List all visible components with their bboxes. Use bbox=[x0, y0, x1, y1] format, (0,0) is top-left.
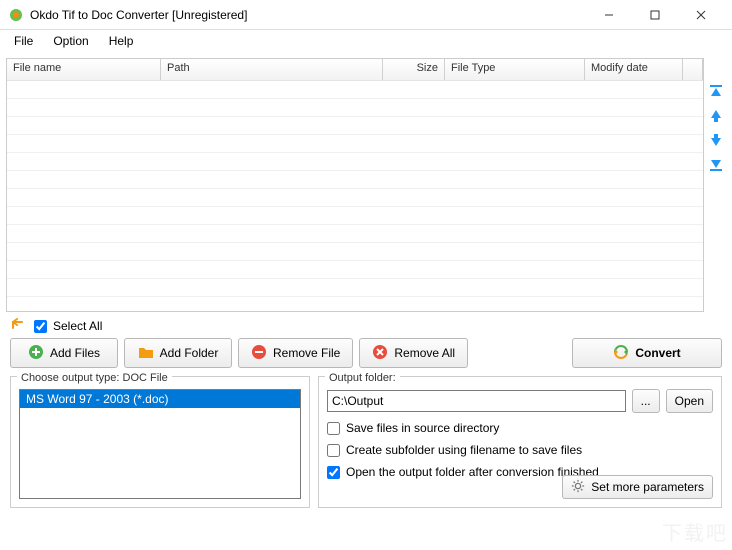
convert-icon bbox=[613, 344, 629, 363]
move-up-icon[interactable] bbox=[10, 318, 26, 334]
reorder-arrows bbox=[708, 84, 724, 172]
browse-button[interactable]: ... bbox=[632, 389, 660, 413]
minus-icon bbox=[251, 344, 267, 363]
watermark: 下载吧 bbox=[662, 517, 728, 546]
remove-all-button[interactable]: Remove All bbox=[359, 338, 468, 368]
output-type-list[interactable]: MS Word 97 - 2003 (*.doc) bbox=[19, 389, 301, 499]
save-source-row[interactable]: Save files in source directory bbox=[327, 421, 713, 435]
gear-icon bbox=[571, 479, 585, 496]
output-folder-input[interactable] bbox=[327, 390, 626, 412]
move-top-icon[interactable] bbox=[708, 84, 724, 100]
output-folder-panel: Output folder: ... Open Save files in so… bbox=[318, 376, 722, 508]
menubar: File Option Help bbox=[0, 30, 732, 52]
col-blank bbox=[683, 59, 703, 80]
open-after-label: Open the output folder after conversion … bbox=[346, 465, 599, 479]
remove-file-label: Remove File bbox=[273, 346, 340, 360]
file-list[interactable] bbox=[7, 81, 703, 311]
output-type-option[interactable]: MS Word 97 - 2003 (*.doc) bbox=[20, 390, 300, 408]
select-all-label: Select All bbox=[53, 319, 102, 333]
menu-file[interactable]: File bbox=[4, 32, 43, 50]
convert-label: Convert bbox=[635, 346, 680, 360]
save-source-checkbox[interactable] bbox=[327, 422, 340, 435]
select-all-checkbox[interactable] bbox=[34, 320, 47, 333]
output-type-panel: Choose output type: DOC File MS Word 97 … bbox=[10, 376, 310, 508]
remove-all-icon bbox=[372, 344, 388, 363]
menu-option[interactable]: Option bbox=[43, 32, 98, 50]
col-size[interactable]: Size bbox=[383, 59, 445, 80]
add-files-label: Add Files bbox=[50, 346, 100, 360]
file-list-header: File name Path Size File Type Modify dat… bbox=[7, 59, 703, 81]
col-filetype[interactable]: File Type bbox=[445, 59, 585, 80]
maximize-button[interactable] bbox=[632, 0, 678, 30]
plus-icon bbox=[28, 344, 44, 363]
open-after-checkbox[interactable] bbox=[327, 466, 340, 479]
more-parameters-label: Set more parameters bbox=[591, 480, 704, 494]
save-source-label: Save files in source directory bbox=[346, 421, 499, 435]
minimize-button[interactable] bbox=[586, 0, 632, 30]
move-bottom-icon[interactable] bbox=[708, 156, 724, 172]
col-filename[interactable]: File name bbox=[7, 59, 161, 80]
close-button[interactable] bbox=[678, 0, 724, 30]
window-title: Okdo Tif to Doc Converter [Unregistered] bbox=[30, 8, 586, 22]
select-all-checkbox-wrap[interactable]: Select All bbox=[34, 319, 102, 333]
open-folder-button[interactable]: Open bbox=[666, 389, 713, 413]
select-all-row: Select All bbox=[6, 312, 726, 338]
convert-button[interactable]: Convert bbox=[572, 338, 722, 368]
add-folder-button[interactable]: Add Folder bbox=[124, 338, 232, 368]
folder-icon bbox=[138, 344, 154, 363]
move-down-arrow-icon[interactable] bbox=[708, 132, 724, 148]
titlebar: Okdo Tif to Doc Converter [Unregistered] bbox=[0, 0, 732, 30]
subfolder-row[interactable]: Create subfolder using filename to save … bbox=[327, 443, 713, 457]
remove-all-label: Remove All bbox=[394, 346, 455, 360]
file-list-panel: File name Path Size File Type Modify dat… bbox=[6, 58, 704, 312]
col-path[interactable]: Path bbox=[161, 59, 383, 80]
output-folder-title: Output folder: bbox=[325, 372, 400, 384]
more-parameters-button[interactable]: Set more parameters bbox=[562, 475, 713, 499]
add-folder-label: Add Folder bbox=[160, 346, 219, 360]
remove-file-button[interactable]: Remove File bbox=[238, 338, 353, 368]
toolbar: Add Files Add Folder Remove File Remove … bbox=[6, 338, 726, 376]
menu-help[interactable]: Help bbox=[99, 32, 144, 50]
move-up-arrow-icon[interactable] bbox=[708, 108, 724, 124]
subfolder-label: Create subfolder using filename to save … bbox=[346, 443, 582, 457]
add-files-button[interactable]: Add Files bbox=[10, 338, 118, 368]
col-modify[interactable]: Modify date bbox=[585, 59, 683, 80]
app-icon bbox=[8, 7, 24, 23]
subfolder-checkbox[interactable] bbox=[327, 444, 340, 457]
output-type-title: Choose output type: DOC File bbox=[17, 372, 172, 384]
